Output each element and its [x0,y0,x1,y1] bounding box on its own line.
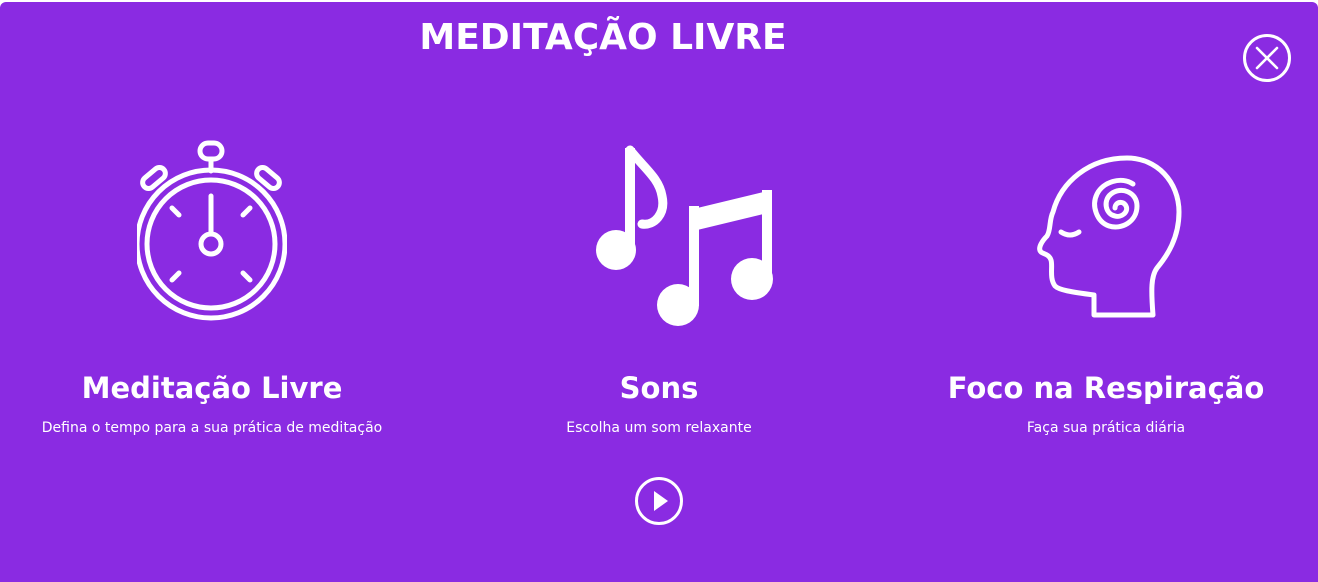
play-circle-icon [635,477,683,525]
card-description: Escolha um som relaxante [566,420,752,436]
meditation-panel: MEDITAÇÃO LIVRE Meditação Livre Defina o… [0,2,1318,582]
card-label: Sons [619,371,699,405]
close-circle-icon [1243,34,1291,82]
card-label: Meditação Livre [81,371,343,405]
stopwatch-icon [134,138,288,328]
card-description: Defina o tempo para a sua prática de med… [41,420,383,436]
card-label: Foco na Respiração [947,371,1265,405]
card-meditacao-livre[interactable]: Meditação Livre Defina o tempo para a su… [2,132,422,452]
card-description: Faça sua prática diária [1026,420,1186,436]
close-button[interactable] [1242,33,1292,83]
play-button[interactable] [634,476,684,526]
card-sons[interactable]: Sons Escolha um som relaxante [449,132,869,452]
mind-head-icon [1031,138,1182,328]
music-notes-icon [584,138,773,328]
card-foco-respiracao[interactable]: Foco na Respiração Faça sua prática diár… [896,132,1316,452]
page-title: MEDITAÇÃO LIVRE [419,17,787,58]
